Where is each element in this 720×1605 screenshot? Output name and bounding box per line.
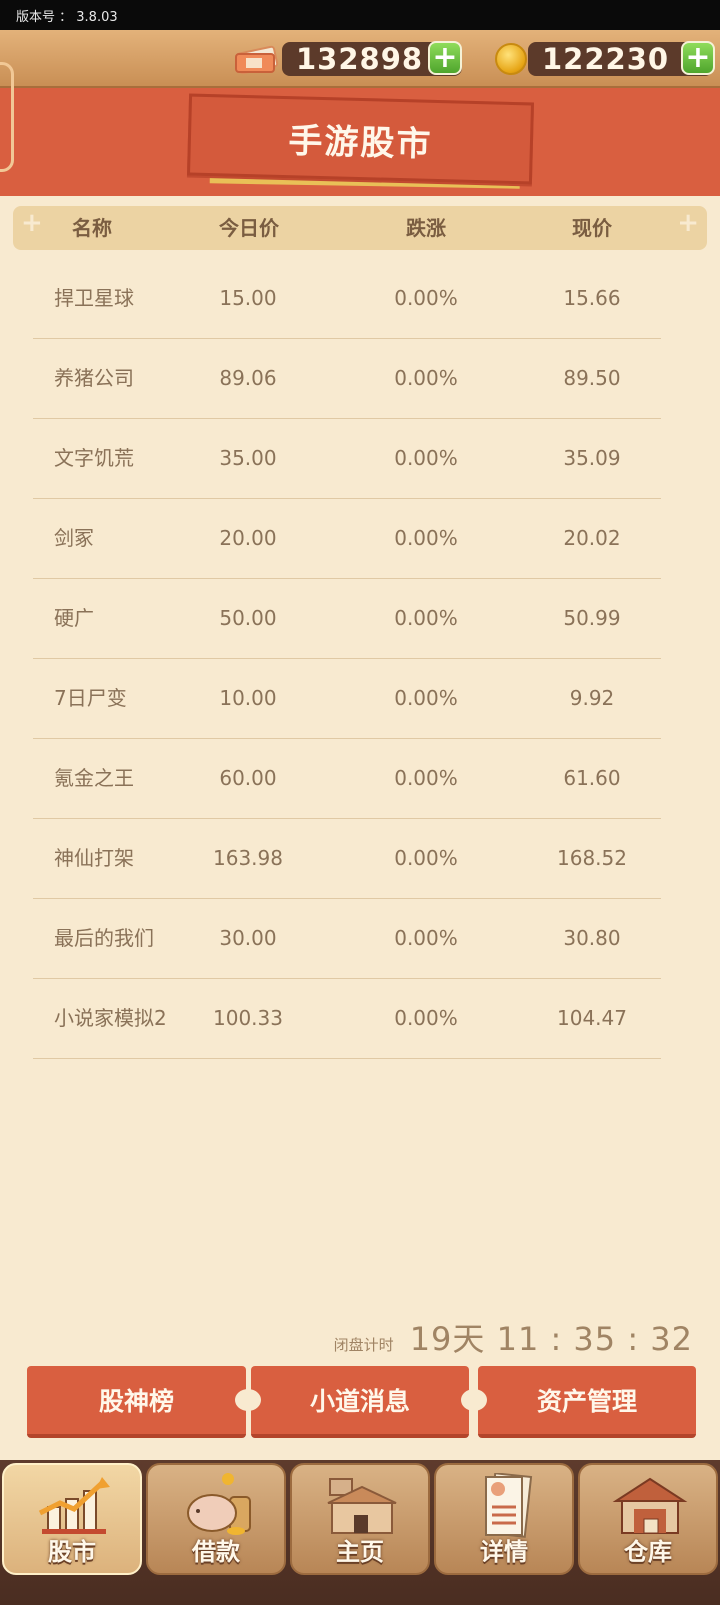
current-price: 9.92 <box>569 686 615 710</box>
nav-warehouse[interactable]: 仓库 <box>578 1463 718 1575</box>
cash-icon <box>235 45 279 75</box>
stock-name: 剑冢 <box>54 526 94 550</box>
today-price: 30.00 <box>219 926 277 950</box>
nav-stock-market[interactable]: 股市 <box>2 1463 142 1575</box>
price-change: 0.00% <box>394 526 458 550</box>
stock-name: 养猪公司 <box>54 366 134 390</box>
table-row[interactable]: 硬广 50.00 0.00% 50.99 <box>33 578 661 659</box>
nav-label: 仓库 <box>624 1538 672 1566</box>
plus-icon: + <box>432 40 458 75</box>
column-current-price: 现价 <box>572 216 612 240</box>
plus-icon: + <box>685 40 711 75</box>
today-price: 89.06 <box>219 366 277 390</box>
current-price: 15.66 <box>563 286 621 310</box>
nav-loan[interactable]: 借款 <box>146 1463 286 1575</box>
stock-name: 氪金之王 <box>54 766 134 790</box>
today-price: 20.00 <box>219 526 277 550</box>
column-today-price: 今日价 <box>219 216 279 240</box>
plus-decoration-icon: + <box>677 208 699 238</box>
countdown-label: 闭盘计时 <box>333 1336 394 1354</box>
stock-name: 神仙打架 <box>54 846 134 870</box>
current-price: 30.80 <box>563 926 621 950</box>
today-price: 163.98 <box>213 846 283 870</box>
nav-home[interactable]: 主页 <box>290 1463 430 1575</box>
market-close-countdown: 闭盘计时 19天 11 : 35 : 32 <box>333 1314 693 1358</box>
button-connector <box>235 1389 261 1411</box>
price-change: 0.00% <box>394 766 458 790</box>
stock-name: 最后的我们 <box>54 926 154 950</box>
asset-management-button[interactable]: 资产管理 <box>478 1366 696 1438</box>
nav-label: 详情 <box>480 1538 528 1566</box>
currency-bar: 132898 + 122230 + <box>0 30 720 88</box>
today-price: 10.00 <box>219 686 277 710</box>
table-row[interactable]: 养猪公司 89.06 0.00% 89.50 <box>33 338 661 419</box>
warehouse-icon <box>612 1477 688 1534</box>
table-row[interactable]: 最后的我们 30.00 0.00% 30.80 <box>33 898 661 979</box>
version-bar: 版本号 ： 3.8.03 <box>0 0 720 30</box>
price-change: 0.00% <box>394 1006 458 1030</box>
profile-document-icon <box>485 1473 533 1538</box>
stock-name: 小说家模拟2 <box>54 1006 167 1030</box>
price-change: 0.00% <box>394 446 458 470</box>
table-row[interactable]: 捍卫星球 15.00 0.00% 15.66 <box>33 258 661 339</box>
price-change: 0.00% <box>394 686 458 710</box>
stock-chart-icon <box>38 1477 110 1534</box>
price-change: 0.00% <box>394 846 458 870</box>
column-name: 名称 <box>72 216 112 240</box>
column-change: 跌涨 <box>406 216 446 240</box>
table-row[interactable]: 小说家模拟2 100.33 0.00% 104.47 <box>33 978 661 1059</box>
nav-label: 股市 <box>48 1538 96 1566</box>
side-handle <box>0 62 14 172</box>
add-cash-button[interactable]: + <box>428 41 462 75</box>
page-title: 手游股市 <box>287 120 433 165</box>
button-connector <box>461 1389 487 1411</box>
nav-label: 主页 <box>336 1538 384 1566</box>
current-price: 61.60 <box>563 766 621 790</box>
table-row[interactable]: 文字饥荒 35.00 0.00% 35.09 <box>33 418 661 499</box>
current-price: 89.50 <box>563 366 621 390</box>
table-row[interactable]: 7日尸变 10.00 0.00% 9.92 <box>33 658 661 739</box>
current-price: 20.02 <box>563 526 621 550</box>
table-row[interactable]: 氪金之王 60.00 0.00% 61.60 <box>33 738 661 819</box>
version-label: 版本号 ： 3.8.03 <box>16 9 118 25</box>
news-button[interactable]: 小道消息 <box>251 1366 469 1438</box>
leaderboard-button[interactable]: 股神榜 <box>27 1366 246 1438</box>
countdown-value: 19天 11 : 35 : 32 <box>409 1320 693 1358</box>
nav-details[interactable]: 详情 <box>434 1463 574 1575</box>
today-price: 15.00 <box>219 286 277 310</box>
today-price: 50.00 <box>219 606 277 630</box>
price-change: 0.00% <box>394 366 458 390</box>
today-price: 60.00 <box>219 766 277 790</box>
price-change: 0.00% <box>394 606 458 630</box>
price-change: 0.00% <box>394 286 458 310</box>
stock-name: 7日尸变 <box>54 686 127 710</box>
stock-name: 硬广 <box>54 606 94 630</box>
today-price: 100.33 <box>213 1006 283 1030</box>
coin-icon <box>495 43 527 75</box>
nav-label: 借款 <box>192 1538 240 1566</box>
current-price: 104.47 <box>557 1006 627 1030</box>
today-price: 35.00 <box>219 446 277 470</box>
current-price: 35.09 <box>563 446 621 470</box>
table-row[interactable]: 神仙打架 163.98 0.00% 168.52 <box>33 818 661 899</box>
table-row[interactable]: 剑冢 20.00 0.00% 20.02 <box>33 498 661 579</box>
table-header: + 名称 今日价 跌涨 现价 + <box>13 206 707 250</box>
stock-name: 文字饥荒 <box>54 446 134 470</box>
title-banner: 手游股市 <box>186 93 535 185</box>
current-price: 168.52 <box>557 846 627 870</box>
house-icon <box>327 1478 397 1534</box>
stock-name: 捍卫星球 <box>54 286 134 310</box>
price-change: 0.00% <box>394 926 458 950</box>
piggy-bank-icon <box>187 1473 251 1535</box>
current-price: 50.99 <box>563 606 621 630</box>
add-coin-button[interactable]: + <box>681 41 715 75</box>
